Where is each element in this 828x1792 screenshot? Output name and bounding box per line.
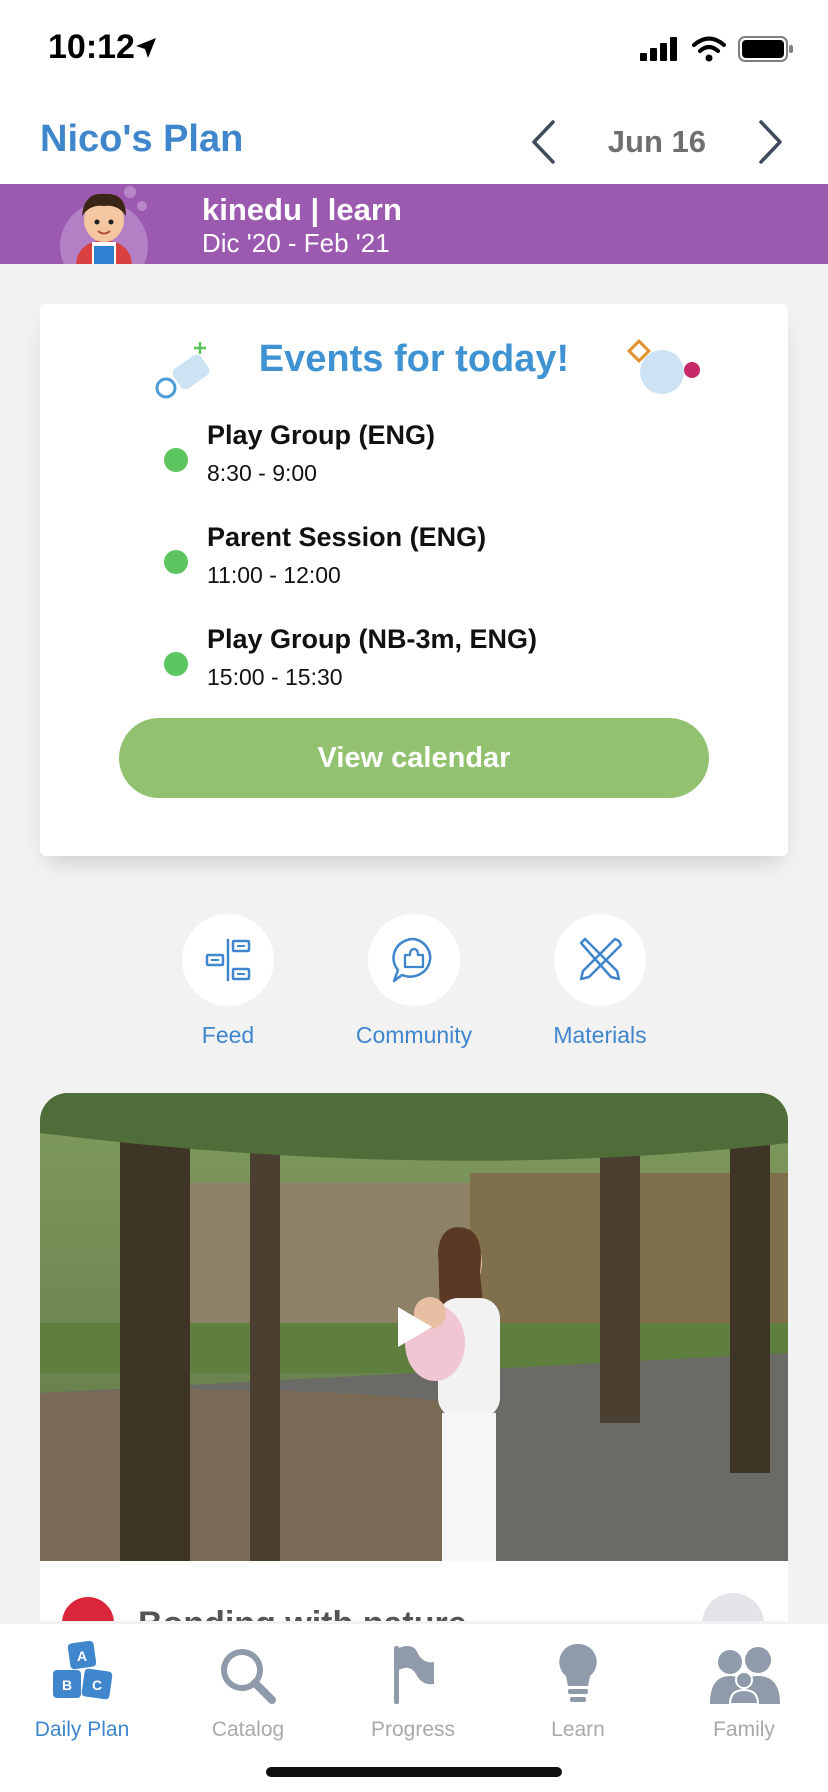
svg-text:B: B	[62, 1677, 72, 1693]
battery-icon	[738, 36, 793, 62]
community-link[interactable]: Community	[339, 914, 489, 1049]
event-status-dot	[164, 652, 188, 676]
tab-catalog[interactable]: Catalog	[173, 1634, 323, 1742]
feed-link[interactable]: Feed	[153, 914, 303, 1049]
event-item[interactable]: Parent Session (ENG) 11:00 - 12:00	[40, 522, 788, 624]
event-time: 11:00 - 12:00	[207, 562, 341, 588]
page-title: Nico's Plan	[40, 118, 244, 160]
svg-text:A: A	[77, 1648, 87, 1664]
materials-link[interactable]: Materials	[525, 914, 675, 1049]
play-icon	[398, 1307, 432, 1347]
tab-daily-plan[interactable]: A B C Daily Plan	[7, 1634, 157, 1742]
cellular-signal-icon	[640, 37, 677, 61]
activity-video[interactable]	[40, 1093, 788, 1561]
svg-text:C: C	[92, 1677, 102, 1693]
family-icon	[710, 1647, 780, 1705]
event-time: 8:30 - 9:00	[207, 460, 317, 486]
lightbulb-icon	[559, 1643, 597, 1702]
event-name: Parent Session (ENG)	[207, 522, 487, 552]
status-time: 10:12	[48, 28, 135, 66]
tab-label: Progress	[370, 1718, 456, 1741]
event-item[interactable]: Play Group (NB-3m, ENG) 15:00 - 15:30	[40, 624, 788, 726]
date-navigator: Jun 16	[516, 112, 798, 172]
program-title: kinedu | learn	[202, 192, 402, 227]
status-bar: 10:12	[0, 0, 828, 100]
community-label: Community	[355, 1022, 473, 1048]
event-name: Play Group (ENG)	[207, 420, 436, 450]
program-dates: Dic '20 - Feb '21	[202, 228, 390, 258]
activity-category-icon	[62, 1597, 114, 1621]
event-list: Play Group (ENG) 8:30 - 9:00 Parent Sess…	[40, 420, 788, 726]
feed-icon	[205, 939, 251, 981]
chevron-right-icon	[759, 120, 782, 164]
wifi-icon	[692, 36, 726, 62]
event-item[interactable]: Play Group (ENG) 8:30 - 9:00	[40, 420, 788, 522]
tab-label: Catalog	[211, 1718, 285, 1741]
tab-learn[interactable]: Learn	[503, 1634, 653, 1742]
tab-label: Family	[713, 1718, 775, 1741]
event-status-dot	[164, 448, 188, 472]
materials-icon	[579, 937, 623, 981]
events-card: Events for today! Play Group (ENG) 8:30 …	[40, 304, 788, 856]
baby-avatar	[60, 186, 148, 264]
next-day-button[interactable]	[744, 112, 798, 172]
search-icon	[221, 1649, 276, 1704]
community-icon	[392, 937, 432, 983]
previous-day-button[interactable]	[516, 112, 570, 172]
chevron-left-icon	[532, 120, 555, 164]
materials-label: Materials	[553, 1022, 647, 1048]
decorative-shapes-icon	[626, 338, 700, 394]
tab-label: Learn	[551, 1718, 605, 1741]
feed-label: Feed	[201, 1022, 255, 1048]
activity-title: Bonding with nature	[138, 1605, 467, 1621]
header: Nico's Plan Jun 16	[0, 100, 828, 184]
flag-icon	[394, 1646, 434, 1704]
tab-progress[interactable]: Progress	[338, 1634, 488, 1742]
location-arrow-icon	[136, 38, 156, 58]
event-name: Play Group (NB-3m, ENG)	[207, 624, 538, 654]
home-indicator	[266, 1767, 562, 1777]
current-date: Jun 16	[607, 124, 706, 159]
tab-family[interactable]: Family	[669, 1634, 819, 1742]
activity-card[interactable]: Bonding with nature	[40, 1561, 788, 1621]
more-options-button[interactable]	[702, 1593, 764, 1621]
event-time: 15:00 - 15:30	[207, 664, 343, 690]
view-calendar-button[interactable]: View calendar	[119, 718, 709, 798]
tab-label: Daily Plan	[34, 1718, 130, 1741]
program-banner[interactable]: kinedu | learn Dic '20 - Feb '21	[0, 184, 828, 264]
abc-blocks-icon: A B C	[53, 1640, 113, 1700]
event-status-dot	[164, 550, 188, 574]
